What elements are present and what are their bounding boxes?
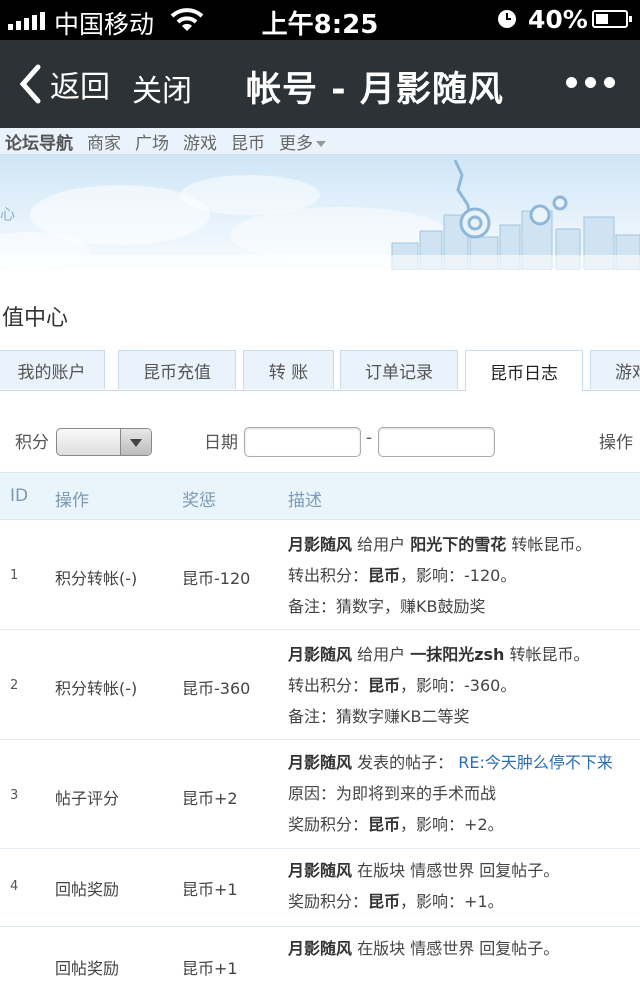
- chevron-left-icon: [19, 64, 41, 104]
- row-operation: 帖子评分: [55, 789, 120, 808]
- page-title: 帐号 - 月影随风: [246, 70, 504, 110]
- currency-name: 昆币: [368, 566, 401, 585]
- banner-label: 心: [0, 205, 16, 223]
- desc-text: 转出积分：: [288, 566, 369, 585]
- battery-icon: [592, 10, 632, 28]
- forum-nav: 论坛导航 商家 广场 游戏 昆币 更多: [0, 128, 640, 155]
- forum-nav-item-more[interactable]: 更多: [279, 129, 326, 154]
- desc-text: 在版块 情感世界 回复帖子。: [357, 939, 560, 958]
- currency-name: 昆币: [368, 815, 401, 834]
- tab-my-account[interactable]: 我的账户: [0, 350, 105, 389]
- tab-recharge[interactable]: 昆币充值: [118, 350, 236, 389]
- back-button[interactable]: 返回: [18, 62, 110, 106]
- desc-text: ，影响：+2。: [400, 815, 504, 834]
- target-user: 阳光下的雪花: [410, 535, 507, 554]
- reason-text: 原因：为即将到来的手术而战: [288, 784, 497, 803]
- close-button[interactable]: 关闭: [132, 66, 192, 110]
- header-banner: 心: [0, 155, 640, 270]
- city-skyline-illustration: [0, 159, 640, 270]
- row-operation: 回帖奖励: [55, 959, 120, 978]
- tab-bar: 我的账户 昆币充值 转 账 订单记录 昆币日志 游戏: [0, 350, 640, 391]
- desc-text: 发表的帖子：: [357, 753, 454, 772]
- points-label: 积分: [15, 433, 49, 453]
- table-row: 回帖奖励 昆币+1 月影随风 在版块 情感世界 回复帖子。: [0, 927, 640, 987]
- row-id: 1: [10, 568, 19, 583]
- user-name: 月影随风: [288, 861, 353, 880]
- alarm-clock-icon: [498, 10, 516, 28]
- desc-text: 奖励积分：: [288, 892, 369, 911]
- row-reward: 昆币-120: [182, 569, 251, 588]
- user-name: 月影随风: [288, 753, 353, 772]
- currency-name: 昆币: [368, 676, 401, 695]
- row-id: 3: [10, 788, 19, 803]
- more-options-icon[interactable]: [566, 77, 615, 88]
- user-name: 月影随风: [288, 645, 353, 664]
- user-name: 月影随风: [288, 939, 353, 958]
- row-description: 月影随风 发表的帖子： RE:今天肿么停不下来 原因：为即将到来的手术而战 奖励…: [288, 747, 640, 840]
- remark: 备注：猜数字赚KB二等奖: [288, 707, 470, 726]
- dropdown-caret-icon: [316, 140, 326, 147]
- table-row: 4 回帖奖励 昆币+1 月影随风 在版块 情感世界 回复帖子。 奖励积分：昆币，…: [0, 849, 640, 927]
- desc-text: 给用户: [357, 535, 406, 554]
- row-operation: 积分转帐(-): [55, 569, 138, 588]
- desc-text: 转帐昆币。: [509, 645, 590, 664]
- points-select[interactable]: [56, 428, 152, 456]
- back-label: 返回: [50, 70, 110, 105]
- forum-nav-item-coins[interactable]: 昆币: [231, 129, 265, 154]
- desc-text: ，影响：+1。: [400, 892, 504, 911]
- battery-percent: 40%: [528, 5, 588, 34]
- forum-nav-item-merchants[interactable]: 商家: [87, 129, 121, 154]
- row-operation: 积分转帐(-): [55, 679, 138, 698]
- desc-text: 给用户: [357, 645, 406, 664]
- user-name: 月影随风: [288, 535, 353, 554]
- status-bar: 中国移动 上午8:25 40%: [0, 0, 640, 40]
- tab-coin-log[interactable]: 昆币日志: [465, 350, 583, 391]
- column-id: ID: [10, 486, 29, 506]
- forum-nav-item-games[interactable]: 游戏: [183, 129, 217, 154]
- target-user: 一抹阳光zsh: [410, 645, 505, 664]
- tab-games[interactable]: 游戏: [590, 350, 640, 389]
- section-title: 值中心: [2, 306, 69, 331]
- row-reward: 昆币-360: [182, 679, 251, 698]
- table-row: 2 积分转帐(-) 昆币-360 月影随风 给用户 一抹阳光zsh 转帐昆币。 …: [0, 630, 640, 740]
- table-header: ID 操作 奖惩 描述: [0, 472, 640, 520]
- column-description: 描述: [288, 491, 322, 511]
- row-id: 4: [10, 879, 19, 894]
- dropdown-arrow-icon: [120, 429, 151, 455]
- row-description: 月影随风 给用户 一抹阳光zsh 转帐昆币。 转出积分：昆币，影响：-360。 …: [288, 639, 640, 732]
- column-operation: 操作: [55, 491, 89, 511]
- desc-text: 在版块 情感世界 回复帖子。: [357, 861, 560, 880]
- row-description: 月影随风 在版块 情感世界 回复帖子。 奖励积分：昆币，影响：+1。: [288, 855, 640, 917]
- row-description: 月影随风 给用户 阳光下的雪花 转帐昆币。 转出积分：昆币，影响：-120。 备…: [288, 529, 640, 622]
- row-reward: 昆币+1: [182, 880, 238, 899]
- tab-orders[interactable]: 订单记录: [340, 350, 458, 389]
- currency-name: 昆币: [368, 892, 401, 911]
- table-row: 3 帖子评分 昆币+2 月影随风 发表的帖子： RE:今天肿么停不下来 原因：为…: [0, 740, 640, 849]
- desc-text: ，影响：-360。: [400, 676, 517, 695]
- forum-nav-item-guide[interactable]: 论坛导航: [5, 129, 73, 154]
- filter-bar: 积分 日期 - 操作: [0, 424, 640, 460]
- desc-text: ，影响：-120。: [400, 566, 517, 585]
- date-label: 日期: [204, 433, 238, 453]
- row-operation: 回帖奖励: [55, 880, 120, 899]
- date-separator: -: [366, 428, 373, 448]
- row-reward: 昆币+1: [182, 959, 238, 978]
- post-link[interactable]: RE:今天肿么停不下来: [458, 753, 613, 772]
- navigation-bar: 返回 关闭 帐号 - 月影随风: [0, 40, 640, 128]
- column-reward: 奖惩: [182, 491, 216, 511]
- row-id: 2: [10, 678, 19, 693]
- desc-text: 转出积分：: [288, 676, 369, 695]
- forum-nav-item-plaza[interactable]: 广场: [135, 129, 169, 154]
- row-reward: 昆币+2: [182, 789, 238, 808]
- end-date-input[interactable]: [378, 427, 495, 457]
- table-row: 1 积分转帐(-) 昆币-120 月影随风 给用户 阳光下的雪花 转帐昆币。 转…: [0, 520, 640, 630]
- tab-transfer[interactable]: 转 账: [243, 350, 334, 389]
- operation-label: 操作: [599, 433, 633, 453]
- row-description: 月影随风 在版块 情感世界 回复帖子。: [288, 933, 640, 964]
- desc-text: 奖励积分：: [288, 815, 369, 834]
- remark: 备注：猜数字，赚KB鼓励奖: [288, 597, 486, 616]
- start-date-input[interactable]: [244, 427, 361, 457]
- desc-text: 转帐昆币。: [511, 535, 592, 554]
